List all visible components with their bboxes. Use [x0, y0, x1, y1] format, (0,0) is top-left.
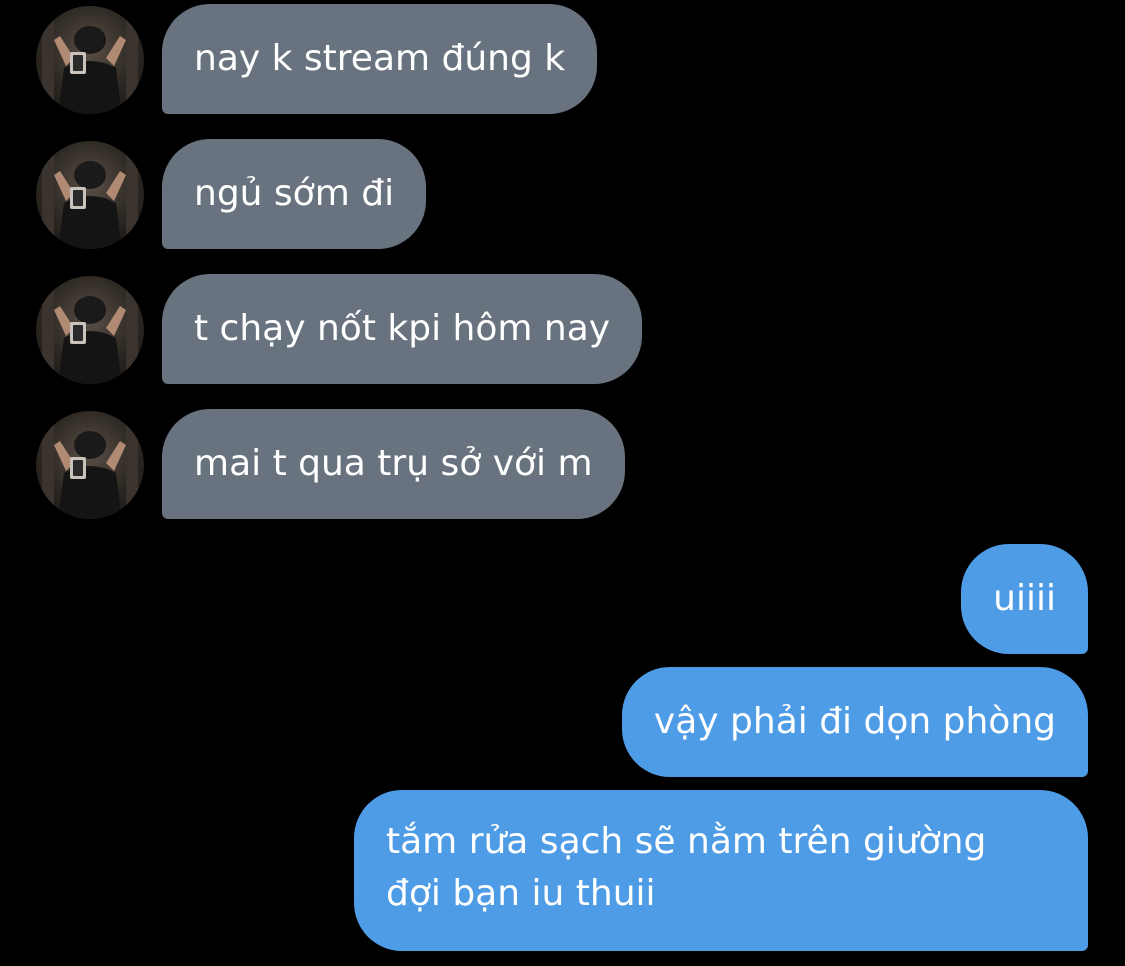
message-text: ngủ sớm đi: [194, 173, 395, 214]
message-text: t chạy nốt kpi hôm nay: [194, 308, 611, 349]
incoming-message-bubble[interactable]: t chạy nốt kpi hôm nay: [162, 274, 643, 384]
outgoing-message-bubble[interactable]: tắm rửa sạch sẽ nằm trên giường đợi bạn …: [354, 790, 1088, 951]
incoming-message-bubble[interactable]: mai t qua trụ sở với m: [162, 409, 625, 519]
outgoing-message-bubble[interactable]: uiiii: [961, 544, 1088, 654]
message-thread: nay k stream đúng k ngủ sớm đi t chạy nố…: [0, 0, 1125, 966]
message-text: nay k stream đúng k: [194, 38, 566, 79]
message-text: uiiii: [993, 578, 1056, 619]
avatar-photo-icon: [42, 421, 138, 519]
incoming-message-bubble[interactable]: nay k stream đúng k: [162, 4, 598, 114]
message-text: vậy phải đi dọn phòng: [653, 701, 1056, 742]
avatar[interactable]: [36, 276, 144, 384]
message-text-line: tắm rửa sạch sẽ nằm trên giường: [386, 821, 987, 862]
avatar-photo-icon: [42, 286, 138, 384]
avatar[interactable]: [36, 6, 144, 114]
avatar-photo-icon: [42, 151, 138, 249]
avatar-photo-icon: [42, 16, 138, 114]
avatar[interactable]: [36, 411, 144, 519]
message-text: mai t qua trụ sở với m: [194, 443, 593, 484]
avatar[interactable]: [36, 141, 144, 249]
message-text-line: đợi bạn iu thuii: [386, 873, 656, 914]
outgoing-message-bubble[interactable]: vậy phải đi dọn phòng: [621, 667, 1088, 777]
incoming-message-bubble[interactable]: ngủ sớm đi: [162, 139, 427, 249]
